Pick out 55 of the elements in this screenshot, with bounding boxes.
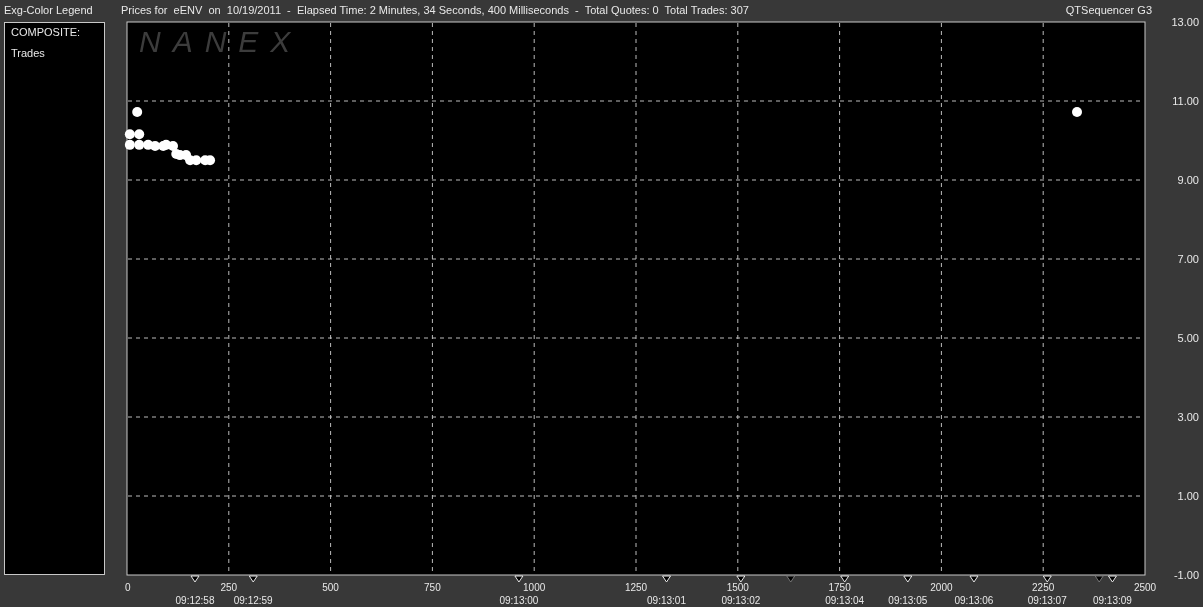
time-label: 09:13:04 [825, 595, 865, 606]
trade-point [205, 155, 216, 166]
trade-point [134, 139, 145, 150]
y-tick-label: 11.00 [1172, 95, 1199, 107]
time-label: 09:13:02 [721, 595, 761, 606]
y-tick-label: 3.00 [1177, 411, 1199, 423]
time-label: 09:12:59 [233, 595, 273, 606]
marker-triangle-icon [786, 575, 796, 583]
marker-triangle-icon [248, 575, 258, 583]
trade-point [134, 129, 145, 140]
x-tick-label: 2500 [1133, 582, 1157, 593]
trade-point [191, 155, 202, 166]
x-tick-label: 2000 [930, 582, 953, 593]
time-label: 09:13:05 [888, 595, 928, 606]
marker-triangle-icon [190, 575, 200, 583]
marker-triangle-icon [903, 575, 913, 583]
x-tick-label: 500 [322, 582, 339, 593]
time-label: 09:13:00 [499, 595, 539, 606]
x-tick-label: 2250 [1032, 582, 1055, 593]
y-tick-label: 1.00 [1177, 490, 1199, 502]
y-tick-label: 9.00 [1177, 174, 1199, 186]
legend-heading: COMPOSITE: [11, 26, 82, 38]
time-label: 09:13:09 [1092, 595, 1132, 606]
marker-triangle-icon [1042, 575, 1052, 583]
marker-triangle-icon [514, 575, 524, 583]
legend-title: Exg-Color Legend [3, 4, 94, 16]
x-tick-label: 1250 [624, 582, 648, 593]
time-label: 09:13:01 [647, 595, 686, 606]
x-tick-label: 250 [220, 582, 238, 593]
y-tick-label: 7.00 [1177, 253, 1199, 265]
time-label: 09:12:58 [175, 595, 215, 606]
x-tick-label: 1750 [828, 582, 851, 593]
x-tick-label: 750 [424, 582, 441, 593]
app-name: QTSequencer G3 [1065, 4, 1152, 16]
trade-point [124, 139, 135, 150]
marker-triangle-icon [840, 575, 850, 583]
trade-point [150, 141, 161, 152]
marker-triangle-icon [736, 575, 746, 583]
trade-point [168, 141, 178, 152]
legend-item: Trades [11, 47, 46, 59]
trade-point [1072, 107, 1082, 118]
y-tick-label: 5.00 [1177, 332, 1199, 344]
trade-point [132, 107, 143, 118]
trade-point [124, 129, 135, 140]
chart-title: Prices for eENV on 10/19/2011 - Elapsed Time: 2 Minutes, 34 Seconds, 400 Milliseconds - Total Quotes: 0 Total Trades: 307 [121, 4, 750, 16]
y-tick-label: -1.00 [1173, 569, 1199, 581]
x-tick-label: 1500 [726, 582, 749, 593]
y-tick-label: 13.00 [1171, 16, 1199, 28]
logo-text: NANEX [139, 25, 303, 58]
x-tick-label: 0 [125, 582, 131, 593]
time-label: 09:13:07 [1027, 595, 1067, 606]
x-tick-label: 1000 [523, 582, 546, 593]
time-label: 09:13:06 [954, 595, 994, 606]
marker-triangle-icon [969, 575, 979, 583]
marker-triangle-icon [662, 575, 672, 583]
